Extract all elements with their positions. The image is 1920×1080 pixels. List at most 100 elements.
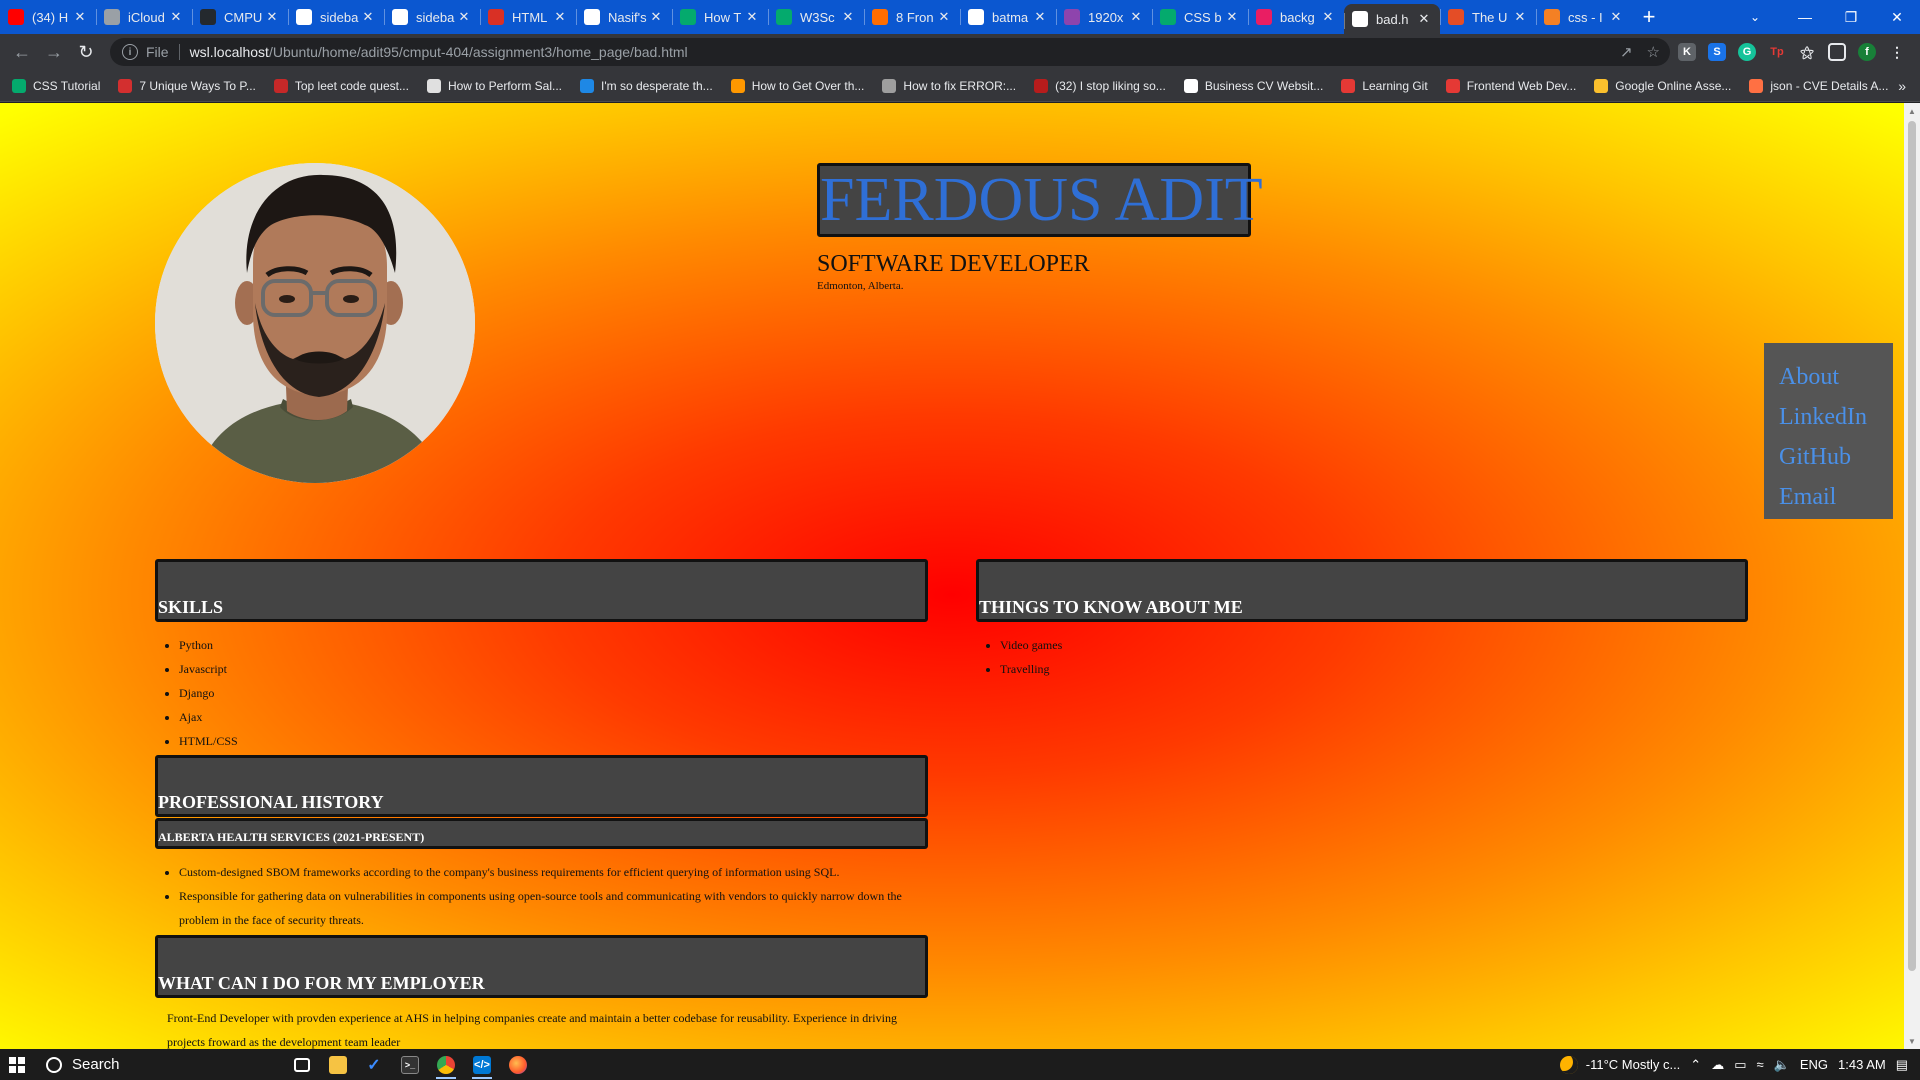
nav-link-github[interactable]: GitHub <box>1779 437 1893 477</box>
address-bar[interactable]: i File wsl.localhost/Ubuntu/home/adit95/… <box>110 38 1670 66</box>
browser-tab[interactable]: Nasif's ✕ <box>576 0 672 34</box>
cloud-icon[interactable]: ☁ <box>1711 1057 1724 1073</box>
close-tab-icon[interactable]: ✕ <box>1608 9 1624 25</box>
tab-label: 1920x <box>1088 9 1124 25</box>
extension-s-icon[interactable]: S <box>1708 43 1726 61</box>
nav-link-about[interactable]: About <box>1779 357 1893 397</box>
google-icon <box>968 9 984 25</box>
browser-tab[interactable]: backg ✕ <box>1248 0 1344 34</box>
scroll-up-icon[interactable]: ▲ <box>1904 103 1920 119</box>
bookmark-item[interactable]: json - CVE Details A... <box>1749 78 1888 93</box>
close-tab-icon[interactable]: ✕ <box>744 9 760 25</box>
bookmark-item[interactable]: Business CV Websit... <box>1183 78 1323 93</box>
puzzle-icon[interactable]: ⚝ <box>1798 43 1816 61</box>
close-tab-icon[interactable]: ✕ <box>552 9 568 25</box>
bookmark-item[interactable]: (32) I stop liking so... <box>1034 78 1166 93</box>
close-tab-icon[interactable]: ✕ <box>72 9 88 25</box>
chevron-up-icon[interactable]: ⌃ <box>1690 1057 1701 1073</box>
browser-tab[interactable]: sideba ✕ <box>288 0 384 34</box>
browser-tab[interactable]: (34) H ✕ <box>0 0 96 34</box>
bookmarks-bar: CSS Tutorial 7 Unique Ways To P... Top lee… <box>0 70 1920 102</box>
share-icon[interactable]: ↗ <box>1620 43 1633 61</box>
close-tab-icon[interactable]: ✕ <box>456 9 472 25</box>
minimize-button[interactable]: — <box>1782 0 1828 34</box>
bookmark-item[interactable]: Google Online Asse... <box>1594 78 1731 93</box>
profile-avatar-icon[interactable]: f <box>1858 43 1876 61</box>
close-tab-icon[interactable]: ✕ <box>936 9 952 25</box>
clock[interactable]: 1:43 AM <box>1838 1057 1886 1072</box>
taskbar-search[interactable]: Search <box>34 1049 284 1080</box>
restore-button[interactable]: ❐ <box>1828 0 1874 34</box>
reload-button[interactable]: ↻ <box>70 36 102 68</box>
close-tab-icon[interactable]: ✕ <box>1128 9 1144 25</box>
terminal-button[interactable]: >_ <box>392 1049 428 1080</box>
bookmark-item[interactable]: CSS Tutorial <box>12 78 100 93</box>
browser-tab[interactable]: iCloud ✕ <box>96 0 192 34</box>
extension-tp-icon[interactable]: Tp <box>1768 43 1786 61</box>
scroll-down-icon[interactable]: ▼ <box>1904 1033 1920 1049</box>
bookmark-item[interactable]: How to Get Over th... <box>730 78 864 93</box>
firefox-taskbar-button[interactable] <box>500 1049 536 1080</box>
side-panel-icon[interactable] <box>1828 43 1846 61</box>
browser-tab[interactable]: 1920x ✕ <box>1056 0 1152 34</box>
bookmark-item[interactable]: Frontend Web Dev... <box>1445 78 1576 93</box>
browser-tab[interactable]: CMPU ✕ <box>192 0 288 34</box>
bookmarks-overflow-icon[interactable]: » <box>1898 78 1906 94</box>
task-view-button[interactable] <box>284 1049 320 1080</box>
extension-k-icon[interactable]: K <box>1678 43 1696 61</box>
close-tab-icon[interactable]: ✕ <box>264 9 280 25</box>
bookmark-item[interactable]: 7 Unique Ways To P... <box>118 78 256 93</box>
tab-label: The U <box>1472 9 1508 25</box>
close-tab-icon[interactable]: ✕ <box>1032 9 1048 25</box>
forward-button[interactable]: → <box>38 36 70 68</box>
kebab-menu-icon[interactable]: ⋮ <box>1888 43 1906 61</box>
browser-tab[interactable]: sideba ✕ <box>384 0 480 34</box>
close-tab-icon[interactable]: ✕ <box>840 9 856 25</box>
browser-tab[interactable]: The U ✕ <box>1440 0 1536 34</box>
browser-tab[interactable]: W3Sc ✕ <box>768 0 864 34</box>
site-info-icon[interactable]: i <box>122 44 138 60</box>
close-tab-icon[interactable]: ✕ <box>1416 11 1432 27</box>
page-scrollbar[interactable]: ▲ ▼ <box>1904 103 1920 1049</box>
close-tab-icon[interactable]: ✕ <box>168 9 184 25</box>
volume-icon[interactable]: 🔈 <box>1774 1057 1790 1073</box>
new-tab-button[interactable]: + <box>1632 0 1666 34</box>
weather-widget[interactable]: -11°C Mostly c... <box>1559 1055 1680 1074</box>
browser-tab[interactable]: css - I ✕ <box>1536 0 1632 34</box>
browser-tab[interactable]: batma ✕ <box>960 0 1056 34</box>
wifi-icon[interactable]: ≈ <box>1757 1057 1764 1072</box>
scrollbar-thumb[interactable] <box>1908 121 1916 971</box>
battery-icon[interactable]: ▭ <box>1734 1057 1746 1073</box>
browser-tab[interactable]: 8 Fron ✕ <box>864 0 960 34</box>
browser-tab[interactable]: How T ✕ <box>672 0 768 34</box>
vscode-taskbar-button[interactable]: </> <box>464 1049 500 1080</box>
close-tab-icon[interactable]: ✕ <box>1320 9 1336 25</box>
employer-heading: WHAT CAN I DO FOR MY EMPLOYER <box>158 973 485 993</box>
bookmark-item[interactable]: Learning Git <box>1341 78 1428 93</box>
close-tab-icon[interactable]: ✕ <box>360 9 376 25</box>
bookmark-star-icon[interactable]: ☆ <box>1647 43 1660 61</box>
nav-link-linkedin[interactable]: LinkedIn <box>1779 397 1893 437</box>
chrome-taskbar-button[interactable] <box>428 1049 464 1080</box>
bookmark-item[interactable]: How to Perform Sal... <box>426 78 562 93</box>
todo-app-button[interactable]: ✓ <box>356 1049 392 1080</box>
close-tab-icon[interactable]: ✕ <box>1512 9 1528 25</box>
close-tab-icon[interactable]: ✕ <box>1224 9 1240 25</box>
browser-tab[interactable]: CSS b ✕ <box>1152 0 1248 34</box>
bookmark-item[interactable]: How to fix ERROR:... <box>882 78 1016 93</box>
file-explorer-button[interactable] <box>320 1049 356 1080</box>
close-tab-icon[interactable]: ✕ <box>648 9 664 25</box>
close-window-button[interactable]: ✕ <box>1874 0 1920 34</box>
nav-link-email[interactable]: Email <box>1779 477 1893 517</box>
back-button[interactable]: ← <box>6 36 38 68</box>
skills-heading: SKILLS <box>158 597 224 617</box>
browser-tab[interactable]: HTML ✕ <box>480 0 576 34</box>
bookmark-item[interactable]: Top leet code quest... <box>273 78 409 93</box>
notifications-icon[interactable]: ▤ <box>1896 1057 1908 1073</box>
start-button[interactable] <box>0 1049 34 1080</box>
browser-tab[interactable]: bad.h ✕ <box>1344 4 1440 34</box>
tab-search-button[interactable]: ⌄ <box>1738 0 1772 34</box>
grammarly-icon[interactable]: G <box>1738 43 1756 61</box>
language-indicator[interactable]: ENG <box>1800 1057 1828 1072</box>
bookmark-item[interactable]: I'm so desperate th... <box>580 78 713 93</box>
